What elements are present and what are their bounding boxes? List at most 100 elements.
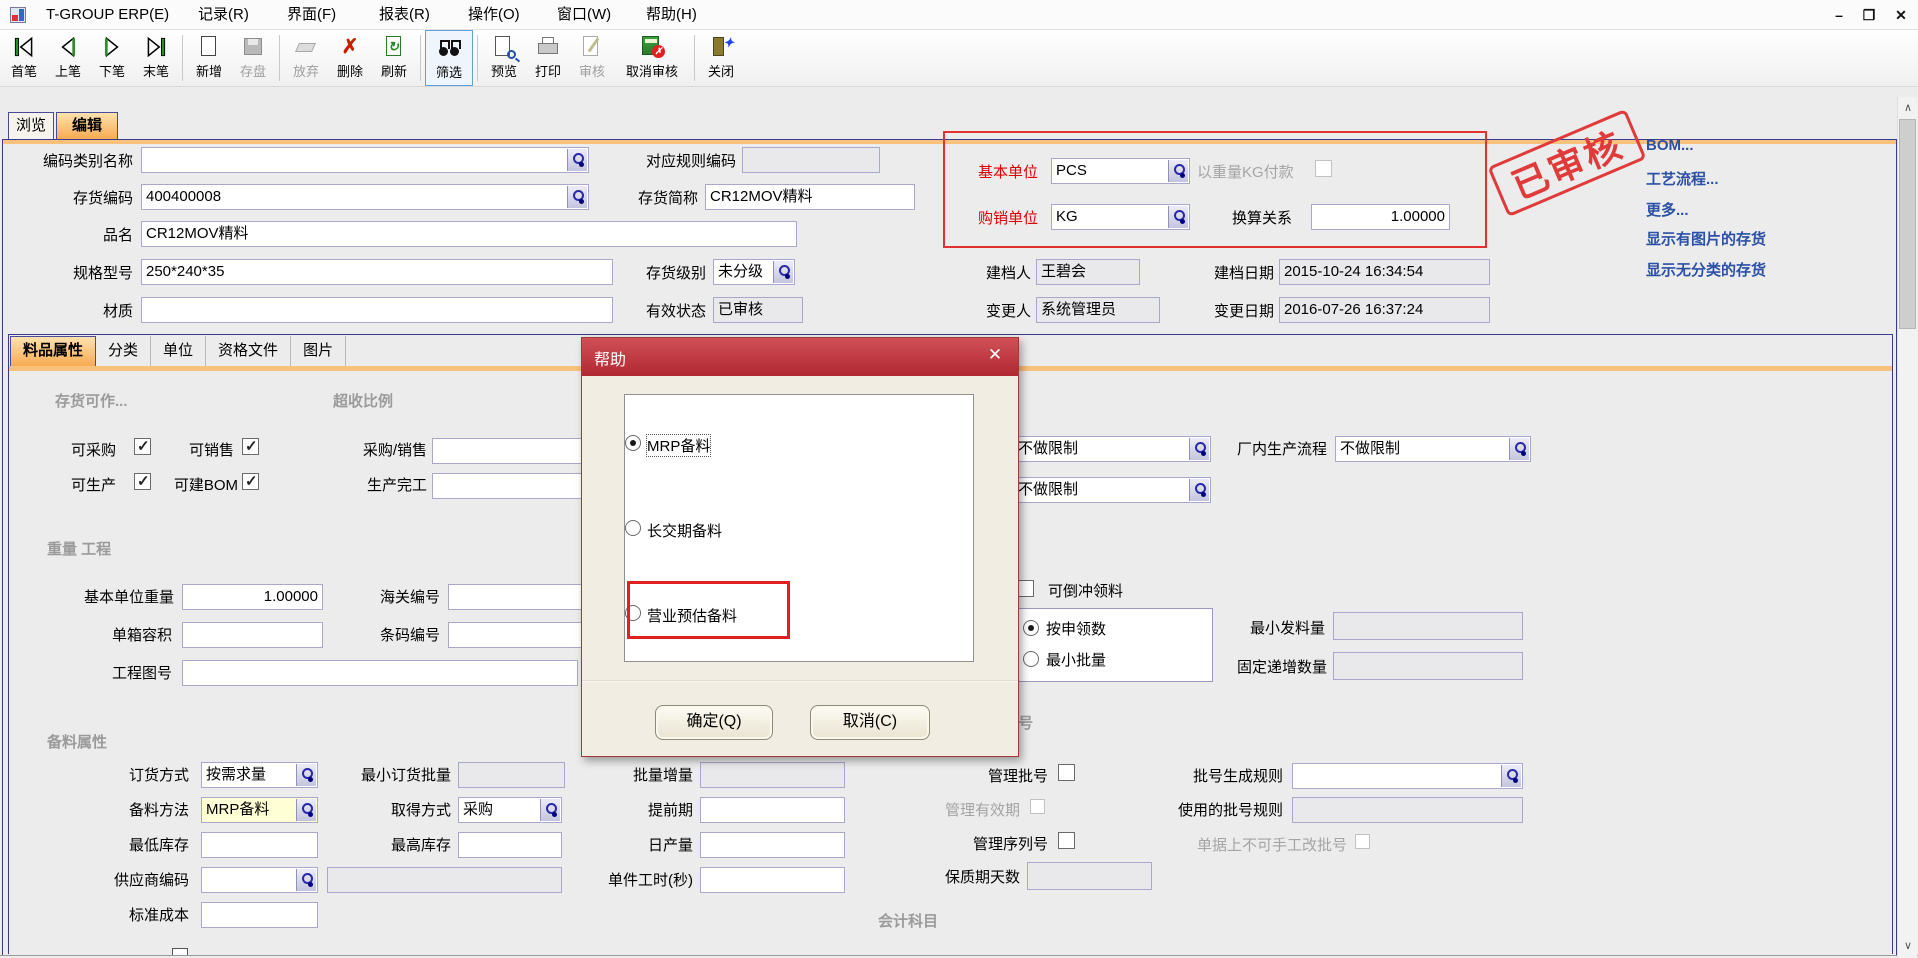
backflush-checkbox[interactable] [1017,580,1034,597]
lookup-button[interactable] [540,799,560,821]
manage-batch-checkbox[interactable] [1058,764,1075,781]
lookup-button[interactable] [296,799,316,821]
menu-report[interactable]: 报表(R) [379,5,430,25]
toolbar-filter-button[interactable]: 筛选 [425,30,473,86]
lookup-button[interactable] [567,149,587,171]
toolbar-print-button[interactable]: 打印 [526,30,570,86]
purchasable-checkbox[interactable] [134,438,151,455]
prepare-method-field[interactable]: MRP备料 [201,797,318,823]
modifier-field: 系统管理员 [1036,297,1160,323]
daily-output-field[interactable] [700,832,845,858]
link-show-unclassified[interactable]: 显示无分类的存货 [1646,259,1766,280]
min-stock-field[interactable] [201,832,318,858]
dialog-close-icon[interactable]: ✕ [984,345,1006,365]
tab-browse[interactable]: 浏览 [8,112,54,139]
lookup-button[interactable] [1509,438,1529,460]
material-field[interactable] [141,297,613,323]
ok-button[interactable]: 确定(Q) [655,705,773,740]
customs-code-field[interactable] [448,584,598,610]
toolbar-next-button[interactable]: 下笔 [90,30,134,86]
lookup-button[interactable] [296,869,316,891]
base-weight-field[interactable]: 1.00000 [182,584,323,610]
toolbar-delete-button[interactable]: ✗ 删除 [328,30,372,86]
batch-rule-field[interactable] [1292,763,1523,789]
toolbar-first-button[interactable]: 首笔 [2,30,46,86]
tab-qualification[interactable]: 资格文件 [206,336,291,366]
producible-checkbox[interactable] [134,473,151,490]
max-stock-field[interactable] [458,832,562,858]
item-abbr-field[interactable]: CR12MOV精料 [705,184,915,210]
tab-item-attributes[interactable]: 料品属性 [10,336,96,366]
min-batch-radio[interactable] [1023,651,1039,667]
toolbar-refresh-button[interactable]: 刷新 [372,30,416,86]
restore-button[interactable]: ❐ [1858,6,1880,24]
level-field[interactable]: 未分级 [713,259,795,285]
menu-record[interactable]: 记录(R) [198,5,249,25]
menu-action[interactable]: 操作(O) [468,5,520,25]
manage-serial-checkbox[interactable] [1058,832,1075,849]
lookup-button[interactable] [1168,160,1188,182]
restrict-field-2[interactable]: 不做限制 [1013,477,1211,503]
scrollbar-thumb[interactable] [1899,119,1916,329]
toolbar-last-button[interactable]: 末笔 [134,30,178,86]
restrict-field-1[interactable]: 不做限制 [1013,436,1211,462]
drawing-no-field[interactable] [182,660,578,686]
link-process-flow[interactable]: 工艺流程... [1646,168,1719,189]
order-mode-field[interactable]: 按需求量 [201,762,318,788]
toolbar-close-button[interactable]: ✦ 关闭 [699,30,743,86]
close-button[interactable]: ✕ [1890,6,1912,24]
long-lead-radio[interactable] [625,520,641,536]
scroll-up-icon[interactable]: ∧ [1900,99,1916,117]
by-request-radio[interactable] [1023,620,1039,636]
conversion-field[interactable]: 1.00000 [1311,204,1450,230]
minimize-button[interactable]: – [1828,6,1850,24]
bom-allowed-checkbox[interactable] [242,473,259,490]
lookup-button[interactable] [1501,765,1521,787]
option-long-lead[interactable]: 长交期备料 [625,519,973,541]
toolbar-preview-button[interactable]: 预览 [482,30,526,86]
link-show-with-images[interactable]: 显示有图片的存货 [1646,228,1766,249]
supplier-code-field[interactable] [201,867,318,893]
unit-time-field[interactable] [700,867,845,893]
lookup-button[interactable] [296,764,316,786]
option-mrp[interactable]: MRP备料 [625,434,973,456]
lookup-button[interactable] [1189,438,1209,460]
menu-window[interactable]: 窗口(W) [557,5,611,25]
box-volume-field[interactable] [182,622,323,648]
barcode-field[interactable] [448,622,598,648]
mrp-radio[interactable] [625,435,641,451]
tab-edit[interactable]: 编辑 [56,112,118,139]
dialog-titlebar[interactable]: 帮助 ✕ [582,338,1018,376]
std-cost-field[interactable] [201,902,318,928]
base-unit-label: 基本单位 [958,163,1038,183]
lead-time-field[interactable] [700,797,845,823]
cancel-button[interactable]: 取消(C) [810,705,930,740]
menu-help[interactable]: 帮助(H) [646,5,697,25]
toolbar-new-button[interactable]: 新增 [187,30,231,86]
item-code-field[interactable]: 400400008 [141,184,589,210]
toolbar-prev-button[interactable]: 上笔 [46,30,90,86]
link-more[interactable]: 更多... [1646,199,1689,220]
lookup-button[interactable] [773,261,793,283]
link-bom[interactable]: BOM... [1646,137,1694,154]
menu-ui[interactable]: 界面(F) [287,5,336,25]
lookup-button[interactable] [1189,479,1209,501]
factory-flow-field[interactable]: 不做限制 [1335,436,1531,462]
lookup-button[interactable] [567,186,587,208]
code-category-field[interactable] [141,147,589,173]
menu-app[interactable]: T-GROUP ERP(E) [46,5,169,25]
tab-image[interactable]: 图片 [291,336,346,366]
item-name-field[interactable]: CR12MOV精料 [141,221,797,247]
acquire-mode-field[interactable]: 采购 [458,797,562,823]
trade-unit-field[interactable]: KG [1051,204,1190,230]
tab-category[interactable]: 分类 [96,336,151,366]
tab-unit[interactable]: 单位 [151,336,206,366]
lookup-button[interactable] [1168,206,1188,228]
last-record-icon [143,34,169,60]
base-unit-field[interactable]: PCS [1051,158,1190,184]
sellable-checkbox[interactable] [242,438,259,455]
toolbar-cancel-audit-button[interactable]: ✗ 取消审核 [614,30,690,86]
acquire-mode-label: 取得方式 [371,801,451,821]
scroll-down-icon[interactable]: ∨ [1900,937,1916,955]
spec-field[interactable]: 250*240*35 [141,259,613,285]
